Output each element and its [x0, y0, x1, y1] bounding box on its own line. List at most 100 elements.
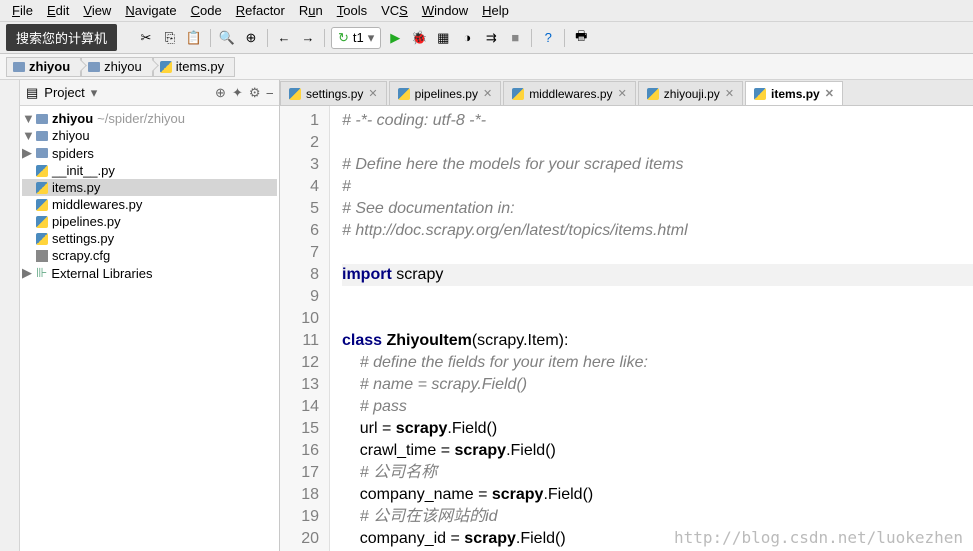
tree-label: pipelines.py [52, 214, 121, 229]
stop-icon[interactable]: ■ [505, 28, 525, 48]
tree-row[interactable]: middlewares.py [22, 196, 277, 213]
code-line[interactable]: # [342, 176, 973, 198]
menu-tools[interactable]: Tools [331, 2, 373, 19]
tool-window-stripe[interactable] [0, 80, 20, 551]
find-icon[interactable]: 🔍 [217, 28, 237, 48]
menu-help[interactable]: Help [476, 2, 515, 19]
tree-row[interactable]: pipelines.py [22, 213, 277, 230]
code-line[interactable]: # See documentation in: [342, 198, 973, 220]
code-line[interactable] [342, 308, 973, 330]
tree-row[interactable]: ▼zhiyou [22, 127, 277, 144]
collapse-icon[interactable]: ✦ [232, 85, 243, 101]
coverage-icon[interactable]: ▦ [433, 28, 453, 48]
editor-tab[interactable]: zhiyouji.py✕ [638, 81, 743, 105]
code-line[interactable]: # 公司在该网站的id [342, 506, 973, 528]
tree-row[interactable]: __init__.py [22, 162, 277, 179]
code-line[interactable]: url = scrapy.Field() [342, 418, 973, 440]
close-icon[interactable]: ✕ [725, 87, 734, 100]
tree-row[interactable]: items.py [22, 179, 277, 196]
python-file-icon [647, 88, 659, 100]
python-file-icon [36, 182, 48, 194]
tree-row[interactable]: settings.py [22, 230, 277, 247]
folder-icon [36, 131, 48, 141]
code-line[interactable]: # name = scrapy.Field() [342, 374, 973, 396]
paste-icon[interactable]: 📋 [184, 28, 204, 48]
menu-run[interactable]: Run [293, 2, 329, 19]
expand-arrow-icon[interactable]: ▶ [22, 265, 32, 281]
copy-icon[interactable]: ⎘ [160, 28, 180, 48]
forward-icon[interactable]: → [298, 28, 318, 48]
code-line[interactable]: # http://doc.scrapy.org/en/latest/topics… [342, 220, 973, 242]
hide-icon[interactable]: ⎯ [267, 85, 274, 101]
code-line[interactable]: class ZhiyouItem(scrapy.Item): [342, 330, 973, 352]
cut-icon[interactable]: ✂ [136, 28, 156, 48]
python-file-icon [36, 233, 48, 245]
code-line[interactable]: # pass [342, 396, 973, 418]
line-gutter: 1234567891011121314151617181920 [280, 106, 330, 551]
zoom-icon[interactable]: ⊕ [241, 28, 261, 48]
close-icon[interactable]: ✕ [825, 87, 834, 100]
project-view-icon[interactable]: ▤ [26, 85, 38, 101]
tree-row[interactable]: ▶External Libraries [22, 264, 277, 282]
tree-label: items.py [52, 180, 100, 195]
breadcrumb-item[interactable]: zhiyou [6, 57, 81, 77]
target-icon[interactable]: ⊕ [215, 85, 226, 101]
close-icon[interactable]: ✕ [483, 87, 492, 100]
breadcrumb-item[interactable]: items.py [153, 57, 235, 77]
menu-view[interactable]: View [77, 2, 117, 19]
run-config-selector[interactable]: ↻ t1 ▾ [331, 27, 381, 49]
code-line[interactable] [342, 242, 973, 264]
tab-label: settings.py [306, 87, 363, 101]
line-number: 6 [280, 220, 319, 242]
project-tree[interactable]: ▼zhiyou ~/spider/zhiyou▼zhiyou▶spiders__… [20, 106, 279, 286]
code-area[interactable]: 1234567891011121314151617181920 # -*- co… [280, 106, 973, 551]
debug-icon[interactable]: 🐞 [409, 28, 429, 48]
code-line[interactable]: # Define here the models for your scrape… [342, 154, 973, 176]
code-line[interactable]: crawl_time = scrapy.Field() [342, 440, 973, 462]
code-line[interactable] [342, 132, 973, 154]
code-line[interactable]: company_id = scrapy.Field() [342, 528, 973, 550]
code-line[interactable] [342, 286, 973, 308]
menu-file[interactable]: File [6, 2, 39, 19]
run-config-label: t1 [353, 30, 364, 45]
editor-tab[interactable]: settings.py ✕ [280, 81, 387, 105]
tree-row[interactable]: ▼zhiyou ~/spider/zhiyou [22, 110, 277, 127]
profile-icon[interactable]: ◑ [457, 28, 477, 48]
line-number: 5 [280, 198, 319, 220]
menu-navigate[interactable]: Navigate [119, 2, 182, 19]
menu-vcs[interactable]: VCS [375, 2, 414, 19]
line-number: 11 [280, 330, 319, 352]
code-line[interactable]: company_name = scrapy.Field() [342, 484, 973, 506]
back-icon[interactable]: ← [274, 28, 294, 48]
expand-arrow-icon[interactable]: ▼ [22, 128, 32, 143]
editor-tab[interactable]: items.py ✕ [745, 81, 843, 105]
gear-icon[interactable]: ⚙ [249, 85, 261, 101]
editor-tab[interactable]: pipelines.py✕ [389, 81, 502, 105]
breadcrumb-item[interactable]: zhiyou [81, 57, 153, 77]
editor-tab[interactable]: middlewares.py✕ [503, 81, 636, 105]
print-icon[interactable]: 🖶 [571, 28, 591, 48]
menu-code[interactable]: Code [185, 2, 228, 19]
code-line[interactable]: # define the fields for your item here l… [342, 352, 973, 374]
code-line[interactable]: # 公司名称 [342, 462, 973, 484]
close-icon[interactable]: ✕ [618, 87, 627, 100]
tree-row[interactable]: ▶spiders [22, 144, 277, 162]
menu-refactor[interactable]: Refactor [230, 2, 291, 19]
run-icon[interactable]: ▶ [385, 28, 405, 48]
code-lines[interactable]: # -*- coding: utf-8 -*- # Define here th… [330, 106, 973, 551]
code-line[interactable]: import scrapy [342, 264, 973, 286]
menu-window[interactable]: Window [416, 2, 474, 19]
help-icon[interactable]: ? [538, 28, 558, 48]
concurrent-icon[interactable]: ⇉ [481, 28, 501, 48]
expand-arrow-icon[interactable]: ▶ [22, 145, 32, 161]
close-icon[interactable]: ✕ [368, 87, 377, 100]
menu-edit[interactable]: Edit [41, 2, 75, 19]
expand-arrow-icon[interactable]: ▼ [22, 111, 32, 126]
line-number: 14 [280, 396, 319, 418]
tab-label: items.py [771, 87, 820, 101]
tree-row[interactable]: scrapy.cfg [22, 247, 277, 264]
chevron-down-icon[interactable]: ▾ [91, 85, 98, 101]
search-overlay[interactable]: 搜索您的计算机 [6, 24, 117, 51]
project-panel: ▤ Project ▾ ⊕ ✦ ⚙ ⎯ ▼zhiyou ~/spider/zhi… [20, 80, 280, 551]
code-line[interactable]: # -*- coding: utf-8 -*- [342, 110, 973, 132]
